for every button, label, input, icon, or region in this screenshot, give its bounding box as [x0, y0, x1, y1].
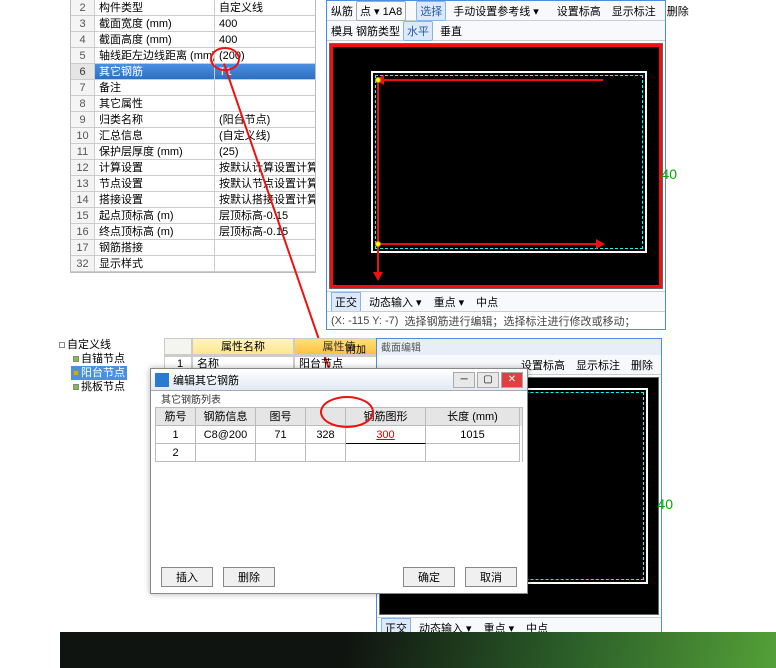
status-bar: (X: -115 Y: -7) 选择钢筋进行编辑；选择标注进行修改或移动；	[327, 311, 665, 329]
delete-button[interactable]: 删除	[223, 567, 275, 587]
rebar-shape-cell[interactable]: 300	[346, 426, 426, 444]
canvas[interactable]: 40	[329, 43, 663, 289]
dialog-buttons: 插入 删除 确定 取消	[151, 567, 527, 587]
ok-button[interactable]: 确定	[403, 567, 455, 587]
label-zongjin: 纵筋	[331, 3, 353, 19]
combo-point[interactable]: 点 ▾ 1A8	[356, 1, 406, 21]
footer-strip	[60, 632, 776, 668]
prop-row[interactable]: 3截面宽度 (mm)400	[71, 16, 315, 32]
tree-item[interactable]: 自锚节点	[71, 352, 127, 366]
prop-row[interactable]: 17钢筋搭接	[71, 240, 315, 256]
prop-row[interactable]: 14搭接设置按默认搭接设置计算	[71, 192, 315, 208]
select-button[interactable]: 选择	[416, 1, 446, 21]
dialog-title: 编辑其它钢筋	[173, 372, 451, 388]
tree-item[interactable]: 挑板节点	[71, 380, 127, 394]
prop-row[interactable]: 11保护层厚度 (mm)(25)	[71, 144, 315, 160]
man-ref-line[interactable]: 手动设置参考线 ▾	[449, 1, 543, 21]
dimension-label: 40	[657, 496, 673, 512]
col-val: 属性值	[294, 338, 384, 355]
bottom-toolbar: 正交 动态输入 ▾ 重点 ▾ 中点	[327, 291, 665, 311]
drawing-panel: 纵筋 点 ▾ 1A8 选择 手动设置参考线 ▾ 设置标高 显示标注 删除 模具 …	[326, 0, 666, 330]
maximize-button[interactable]: ▢	[477, 372, 499, 388]
ortho-button[interactable]: 正交	[331, 292, 361, 312]
table-row[interactable]: 1 C8@200 71 328 300 1015	[156, 426, 522, 444]
keypoint-button[interactable]: 重点 ▾	[430, 292, 469, 312]
opt-vertical[interactable]: 垂直	[436, 21, 466, 41]
app-icon	[155, 373, 169, 387]
delete-button[interactable]: 删除	[627, 355, 657, 375]
prop-row[interactable]: 2构件类型自定义线	[71, 0, 315, 16]
set-elev-button[interactable]: 设置标高	[553, 1, 605, 21]
close-button[interactable]: ✕	[501, 372, 523, 388]
status-tip: 选择钢筋进行编辑；选择标注进行修改或移动；	[404, 313, 635, 329]
table-row[interactable]: 2	[156, 444, 522, 462]
cancel-button[interactable]: 取消	[465, 567, 517, 587]
dimension-label: 40	[661, 166, 677, 182]
prop-row[interactable]: 4截面高度 (mm)400	[71, 32, 315, 48]
minimize-button[interactable]: ─	[453, 372, 475, 388]
prop-row[interactable]: 10汇总信息(自定义线)	[71, 128, 315, 144]
label-rebar-type: 钢筋类型	[356, 23, 400, 39]
midpoint-button[interactable]: 中点	[472, 292, 502, 312]
prop-row-selected[interactable]: 6其它钢筋T1	[71, 64, 315, 80]
prop-row[interactable]: 13节点设置按默认节点设置计算	[71, 176, 315, 192]
prop-row[interactable]: 32显示样式	[71, 256, 315, 272]
insert-button[interactable]: 插入	[161, 567, 213, 587]
opt-horizontal[interactable]: 水平	[403, 21, 433, 41]
show-anno-button[interactable]: 显示标注	[608, 1, 660, 21]
property-grid: 2构件类型自定义线 3截面宽度 (mm)400 4截面高度 (mm)400 5轴…	[70, 0, 316, 273]
prop-row[interactable]: 5轴线距左边线距离 (mm)(200)	[71, 48, 315, 64]
col-name: 属性名称	[192, 338, 294, 355]
show-anno-button[interactable]: 显示标注	[572, 355, 624, 375]
tree-root[interactable]: 自定义线	[57, 338, 127, 352]
prop-row[interactable]: 12计算设置按默认计算设置计算	[71, 160, 315, 176]
prop-row[interactable]: 8其它属性	[71, 96, 315, 112]
panel-title: 截面编辑	[377, 339, 661, 355]
coord-readout: (X: -115 Y: -7)	[331, 315, 398, 327]
highlight-circle-2	[320, 396, 374, 428]
delete-button[interactable]: 删除	[663, 1, 693, 21]
dialog-titlebar[interactable]: 编辑其它钢筋 ─ ▢ ✕	[151, 369, 527, 391]
dyninput-button[interactable]: 动态输入 ▾	[365, 292, 426, 312]
prop-row[interactable]: 9归类名称(阳台节点)	[71, 112, 315, 128]
tree-item-selected[interactable]: 阳台节点	[71, 366, 127, 380]
label-moju: 模具	[331, 23, 353, 39]
toolbar-row-2: 模具 钢筋类型 水平 垂直	[327, 21, 665, 41]
col-add: 附加	[346, 341, 366, 356]
toolbar-row-1: 纵筋 点 ▾ 1A8 选择 手动设置参考线 ▾ 设置标高 显示标注 删除	[327, 1, 665, 21]
tree: 自定义线 自锚节点 阳台节点 挑板节点	[57, 338, 127, 394]
prop-row[interactable]: 7备注	[71, 80, 315, 96]
